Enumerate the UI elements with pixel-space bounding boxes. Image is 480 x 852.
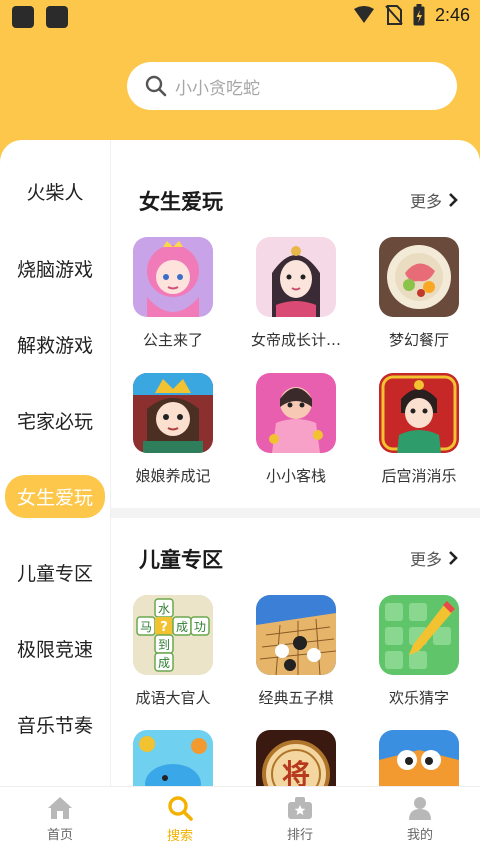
- game-item[interactable]: 梦幻餐厅: [364, 237, 474, 350]
- notification-icon: [12, 6, 34, 28]
- no-sim-icon: [385, 5, 403, 25]
- wifi-icon: [353, 6, 374, 23]
- game-item[interactable]: 水 马 ? 成 功 到 成 成语大官人: [118, 595, 228, 708]
- game-item[interactable]: 女帝成长计…: [241, 237, 351, 350]
- more-label: 更多: [409, 550, 442, 569]
- battery-icon: [413, 4, 425, 26]
- game-list-panel: 女生爱玩 更多 公主来了 女帝成长计… 梦幻餐厅 娘娘养成记 小小客栈 后宫消消…: [110, 140, 480, 810]
- game-item[interactable]: 娘娘养成记: [118, 373, 228, 486]
- nav-home[interactable]: 首页: [0, 787, 120, 852]
- more-label: 更多: [409, 192, 442, 211]
- princess-game-icon: [133, 237, 213, 317]
- section-title: 儿童专区: [139, 548, 223, 572]
- nav-label: 我的: [406, 828, 433, 843]
- search-icon: [168, 796, 193, 821]
- sidebar-item-rescue[interactable]: 解救游戏: [0, 324, 110, 364]
- ranking-icon: [288, 797, 312, 819]
- sidebar-item-label: 解救游戏: [16, 334, 93, 357]
- section-divider: [111, 508, 480, 518]
- idiom-char: 水: [158, 602, 170, 616]
- game-name: 成语大官人: [135, 689, 211, 707]
- more-button[interactable]: 更多: [410, 546, 458, 570]
- nav-profile[interactable]: 我的: [360, 787, 480, 852]
- idiom-game-icon: 水 马 ? 成 功 到 成: [133, 595, 213, 675]
- consort-game-icon: [133, 373, 213, 453]
- restaurant-game-icon: [379, 237, 459, 317]
- category-sidebar: 火柴人 烧脑游戏 解救游戏 宅家必玩 女生爱玩 儿童专区 极限竞速 音乐节奏: [0, 140, 110, 786]
- sidebar-item-kids[interactable]: 儿童专区: [0, 552, 110, 592]
- sidebar-item-label: 儿童专区: [16, 562, 93, 585]
- empress-game-icon: [256, 237, 336, 317]
- idiom-char: 功: [194, 620, 206, 634]
- game-item[interactable]: 公主来了: [118, 237, 228, 350]
- sidebar-item-label: 女生爱玩: [4, 474, 105, 518]
- idiom-char: ?: [160, 620, 168, 635]
- profile-icon: [409, 797, 431, 820]
- game-item[interactable]: 欢乐猜字: [364, 595, 474, 708]
- chevron-right-icon: [449, 193, 458, 207]
- gomoku-game-icon: [256, 595, 336, 675]
- nav-label: 搜索: [166, 829, 193, 844]
- bottom-navigation: 首页 搜索 排行 我的: [0, 786, 480, 852]
- sidebar-item-label: 火柴人: [26, 181, 84, 204]
- sidebar-item-music[interactable]: 音乐节奏: [0, 704, 110, 744]
- game-name: 小小客栈: [265, 467, 326, 485]
- nav-label: 首页: [46, 828, 73, 843]
- sidebar-item-label: 音乐节奏: [16, 714, 93, 737]
- search-input[interactable]: 小小贪吃蛇: [127, 62, 457, 110]
- idiom-char: 成: [158, 656, 170, 670]
- more-button[interactable]: 更多: [410, 188, 458, 212]
- game-name: 公主来了: [142, 331, 203, 349]
- clock-time: 2:46: [434, 4, 470, 25]
- nav-ranking[interactable]: 排行: [240, 787, 360, 852]
- notification-icon: [46, 6, 68, 28]
- game-name: 欢乐猜字: [388, 689, 449, 707]
- game-item[interactable]: 经典五子棋: [241, 595, 351, 708]
- game-item[interactable]: 后宫消消乐: [364, 373, 474, 486]
- sidebar-item-home[interactable]: 宅家必玩: [0, 400, 110, 440]
- game-name: 后宫消消乐: [381, 467, 457, 485]
- sidebar-item-label: 宅家必玩: [16, 410, 93, 433]
- sidebar-item-matchman[interactable]: 火柴人: [0, 171, 110, 211]
- sidebar-item-girls[interactable]: 女生爱玩: [0, 474, 110, 518]
- chevron-right-icon: [449, 551, 458, 565]
- game-name: 娘娘养成记: [135, 467, 211, 485]
- inn-game-icon: [256, 373, 336, 453]
- sidebar-item-label: 极限竞速: [16, 638, 93, 661]
- nav-search[interactable]: 搜索: [120, 787, 240, 852]
- sidebar-item-racing[interactable]: 极限竞速: [0, 628, 110, 668]
- game-name: 女帝成长计…: [250, 331, 341, 349]
- sidebar-item-brain[interactable]: 烧脑游戏: [0, 248, 110, 288]
- home-icon: [48, 797, 72, 819]
- nav-label: 排行: [286, 828, 313, 843]
- palace-match-game-icon: [379, 373, 459, 453]
- game-name: 梦幻餐厅: [388, 331, 449, 349]
- section-title: 女生爱玩: [139, 190, 223, 214]
- game-item[interactable]: 小小客栈: [241, 373, 351, 486]
- word-guess-game-icon: [379, 595, 459, 675]
- game-name: 经典五子棋: [258, 689, 334, 707]
- sidebar-item-label: 烧脑游戏: [16, 258, 93, 281]
- search-icon: [145, 75, 167, 97]
- idiom-char: 成: [176, 620, 188, 634]
- idiom-char: 马: [140, 620, 152, 634]
- idiom-char: 到: [158, 638, 170, 652]
- status-bar: 2:46: [0, 0, 480, 34]
- search-placeholder: 小小贪吃蛇: [175, 78, 260, 99]
